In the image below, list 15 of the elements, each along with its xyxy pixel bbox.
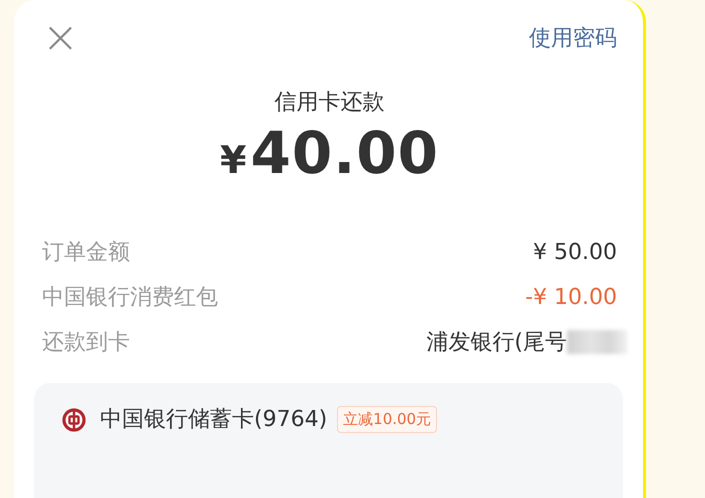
- detail-label: 还款到卡: [42, 328, 130, 356]
- detail-value: -¥ 10.00: [525, 284, 617, 312]
- bank-card-name[interactable]: 中国银行储蓄卡(9764): [100, 403, 328, 436]
- detail-label: 订单金额: [42, 238, 130, 266]
- payment-title: 信用卡还款: [274, 89, 386, 117]
- detail-value: 浦发银行(尾号: [426, 328, 567, 356]
- close-button[interactable]: ×: [42, 20, 79, 56]
- detail-label: 中国银行消费红包: [42, 284, 218, 312]
- detail-value: ¥ 50.00: [533, 238, 617, 266]
- payment-amount: 40.00: [250, 119, 439, 189]
- bank-logo-icon: [62, 408, 86, 432]
- discount-badge: 立减10.00元: [337, 406, 438, 433]
- currency-symbol: ¥: [220, 137, 246, 184]
- use-password-link[interactable]: 使用密码: [529, 22, 617, 55]
- redaction-blur: [567, 330, 627, 354]
